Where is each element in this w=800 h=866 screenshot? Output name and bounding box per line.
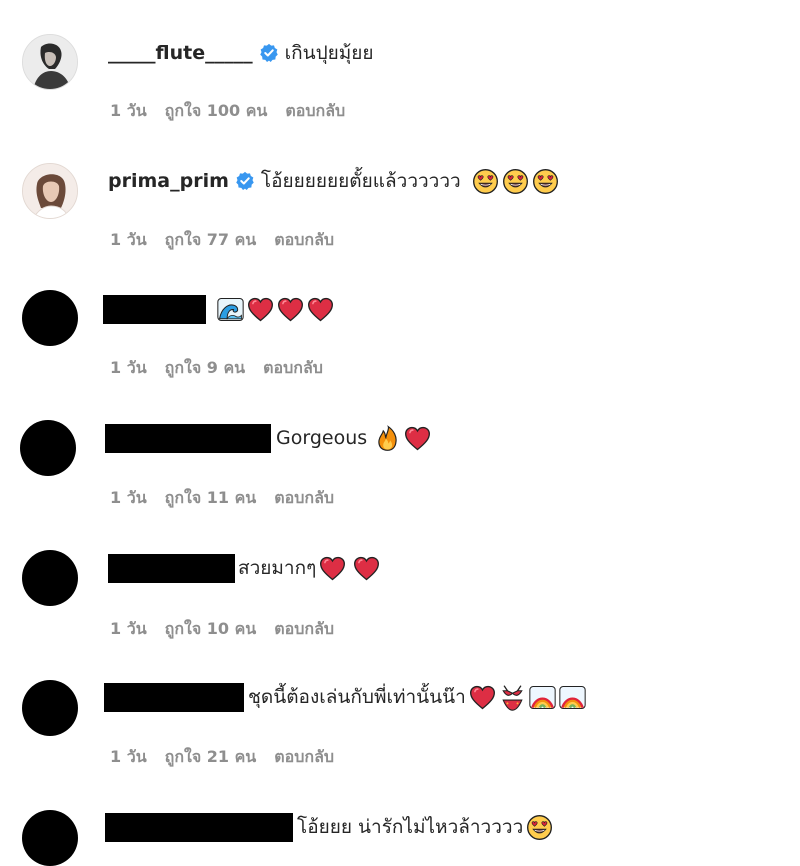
reply-button[interactable]: ตอบกลับ bbox=[274, 745, 334, 770]
avatar[interactable] bbox=[22, 680, 78, 736]
reply-button[interactable]: ตอบกลับ bbox=[274, 486, 334, 511]
red-heart-icon bbox=[353, 555, 380, 582]
comment-text: โอ้ยยย น่ารักไม่ไหวล้าวววว bbox=[297, 816, 524, 838]
comment-text: เกินปุยมุ้ยย bbox=[284, 42, 374, 64]
redacted-username bbox=[105, 423, 271, 453]
red-heart-icon bbox=[404, 425, 431, 452]
red-heart-icon bbox=[307, 296, 334, 323]
comment-time[interactable]: 1 วัน bbox=[110, 99, 147, 124]
verified-badge-icon bbox=[259, 43, 279, 63]
avatar[interactable] bbox=[22, 290, 78, 346]
redacted-username bbox=[104, 682, 244, 712]
redacted-username bbox=[103, 294, 206, 324]
reply-button[interactable]: ตอบกลับ bbox=[263, 356, 323, 381]
comment-likes[interactable]: ถูกใจ 21 คน bbox=[165, 745, 257, 770]
reply-button[interactable]: ตอบกลับ bbox=[285, 99, 345, 124]
avatar[interactable] bbox=[22, 163, 78, 219]
avatar[interactable] bbox=[20, 420, 76, 476]
redacted-username bbox=[108, 553, 235, 583]
comment-likes[interactable]: ถูกใจ 11 คน bbox=[165, 486, 257, 511]
bikini-emoji-icon bbox=[499, 684, 526, 711]
heart-eyes-emoji-icon bbox=[532, 168, 559, 195]
heart-eyes-emoji-icon bbox=[502, 168, 529, 195]
comment-username[interactable]: _____flute_____ bbox=[108, 42, 253, 64]
avatar[interactable] bbox=[22, 34, 78, 90]
red-heart-icon bbox=[469, 684, 496, 711]
heart-eyes-emoji-icon bbox=[472, 168, 499, 195]
avatar[interactable] bbox=[22, 550, 78, 606]
rainbow-emoji-icon bbox=[559, 684, 586, 711]
comment-time[interactable]: 1 วัน bbox=[110, 228, 147, 253]
wave-emoji-icon bbox=[217, 296, 244, 323]
red-heart-icon bbox=[247, 296, 274, 323]
user-photo-icon bbox=[23, 35, 77, 89]
comment-text: ชุดนี้ต้องเล่นกับพี่เท่านั้นน๊า bbox=[248, 686, 466, 708]
red-heart-icon bbox=[319, 555, 346, 582]
heart-eyes-emoji-icon bbox=[526, 814, 553, 841]
red-heart-icon bbox=[277, 296, 304, 323]
fire-emoji-icon bbox=[374, 425, 401, 452]
reply-button[interactable]: ตอบกลับ bbox=[274, 228, 334, 253]
comment-time[interactable]: 1 วัน bbox=[110, 617, 147, 642]
comment-text: โอ้ยยยยยยตั้ยแล้วววววว bbox=[260, 170, 461, 192]
comment-text: Gorgeous bbox=[276, 427, 368, 449]
reply-button[interactable]: ตอบกลับ bbox=[274, 617, 334, 642]
comment-time[interactable]: 1 วัน bbox=[110, 356, 147, 381]
comment-username[interactable]: prima_prim bbox=[108, 170, 229, 192]
comment-likes[interactable]: ถูกใจ 100 คน bbox=[165, 99, 268, 124]
comment-likes[interactable]: ถูกใจ 10 คน bbox=[165, 617, 257, 642]
verified-badge-icon bbox=[235, 171, 255, 191]
comment-time[interactable]: 1 วัน bbox=[110, 745, 147, 770]
rainbow-emoji-icon bbox=[529, 684, 556, 711]
redacted-username bbox=[105, 812, 293, 842]
comment-time[interactable]: 1 วัน bbox=[110, 486, 147, 511]
comment-likes[interactable]: ถูกใจ 9 คน bbox=[165, 356, 245, 381]
comment-likes[interactable]: ถูกใจ 77 คน bbox=[165, 228, 257, 253]
comment-text: สวยมากๆ bbox=[238, 557, 317, 579]
user-photo-icon bbox=[23, 164, 77, 218]
